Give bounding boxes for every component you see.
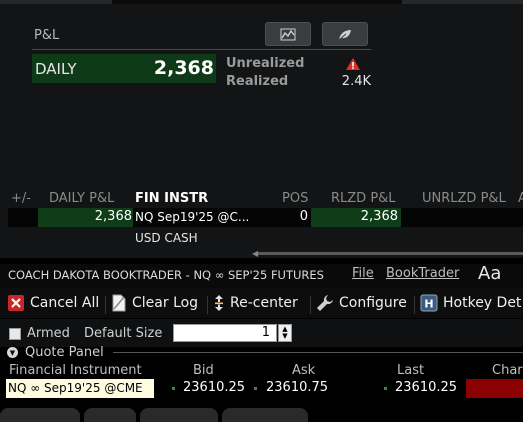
toolbar-separator	[414, 296, 415, 314]
clear-log-button[interactable]: Clear Log	[111, 294, 198, 312]
toolbar-separator	[105, 296, 106, 314]
armed-checkbox[interactable]	[9, 328, 21, 340]
bottom-tab[interactable]	[222, 408, 308, 422]
daily-pnl-value: 2,368	[153, 57, 214, 79]
clear-log-label: Clear Log	[132, 295, 199, 311]
col-header-pos[interactable]: POS	[282, 191, 308, 206]
armed-label: Armed	[27, 326, 70, 341]
leaf-button[interactable]	[322, 22, 368, 46]
quote-panel-collapse-icon[interactable]: ▼	[7, 347, 18, 358]
configure-button[interactable]: Configure	[316, 294, 407, 312]
quote-panel-label: Quote Panel	[25, 345, 104, 360]
realized-value: 2.4K	[341, 74, 371, 89]
col-header-extra[interactable]: A	[518, 191, 523, 206]
toolbar-separator	[207, 296, 208, 314]
warning-icon[interactable]	[345, 56, 361, 75]
bottom-tab[interactable]	[0, 408, 80, 422]
panel-top-tab	[112, 0, 402, 4]
stepper-down-icon[interactable]: ▼	[282, 333, 287, 340]
default-size-stepper[interactable]: ▲ ▼	[278, 324, 292, 342]
clear-log-icon	[112, 294, 126, 312]
col-header-fin-instr[interactable]: FIN INSTR	[135, 191, 208, 206]
daily-label: DAILY	[35, 60, 77, 78]
row-position: 0	[299, 209, 308, 224]
default-size-input[interactable]: 1	[173, 324, 277, 342]
row-cash-instrument[interactable]: USD CASH	[135, 231, 198, 245]
quote-header-change: Char	[492, 363, 523, 378]
leaf-icon	[338, 29, 351, 40]
row-instrument[interactable]: NQ Sep19'25 @C...	[135, 210, 249, 224]
col-header-daily-pnl[interactable]: DAILY P&L	[49, 191, 114, 206]
chart-button[interactable]	[265, 22, 311, 46]
quote-change-cell	[466, 379, 523, 398]
tick-dot-icon	[384, 387, 387, 390]
wrench-icon	[317, 295, 333, 311]
quote-instrument: NQ ∞ Sep19'25 @CME	[8, 381, 143, 395]
cancel-icon	[8, 295, 24, 311]
row-rlzd-pnl: 2,368	[360, 209, 398, 224]
quote-panel-divider	[113, 352, 523, 353]
realized-label: Realized	[226, 74, 289, 89]
pnl-divider	[32, 49, 371, 50]
toolbar-separator	[310, 296, 311, 314]
tick-dot-icon	[172, 387, 175, 390]
bottom-tab[interactable]	[140, 408, 218, 422]
quote-ask[interactable]: 23610.75	[266, 380, 328, 395]
pnl-title: P&L	[34, 28, 60, 43]
tick-dot-icon	[254, 387, 257, 390]
font-size-button[interactable]: Aa	[478, 263, 501, 284]
unrealized-label: Unrealized	[226, 56, 305, 71]
col-header-change[interactable]: +/-	[11, 191, 31, 206]
default-size-label: Default Size	[84, 326, 163, 341]
hotkey-label: Hotkey Det	[443, 295, 522, 311]
quote-header-ask: Ask	[292, 363, 316, 378]
quote-header-bid: Bid	[193, 363, 214, 378]
horizontal-scrollbar[interactable]	[258, 252, 523, 255]
recenter-icon	[215, 295, 223, 311]
booktrader-title: COACH DAKOTA BOOKTRADER - NQ ∞ SEP'25 FU…	[8, 268, 324, 282]
col-header-unrlzd-pnl[interactable]: UNRLZD P&L	[422, 191, 506, 206]
quote-header-instrument: Financial Instrument	[9, 363, 142, 378]
svg-text:H: H	[424, 298, 433, 311]
recenter-label: Re-center	[230, 295, 298, 311]
menu-file[interactable]: File	[352, 266, 374, 281]
cancel-all-label: Cancel All	[30, 295, 100, 311]
configure-label: Configure	[339, 295, 407, 311]
hotkey-icon: H	[420, 294, 438, 312]
row-daily-pnl: 2,368	[94, 209, 132, 224]
menu-booktrader[interactable]: BookTrader	[386, 266, 459, 281]
hotkey-details-button[interactable]: H Hotkey Det	[420, 294, 521, 312]
chart-icon	[280, 28, 296, 40]
recenter-button[interactable]: Re-center	[213, 294, 298, 312]
quote-last: 23610.25	[395, 380, 458, 395]
bottom-tab[interactable]	[84, 408, 136, 422]
cancel-all-button[interactable]: Cancel All	[7, 294, 99, 312]
col-header-rlzd-pnl[interactable]: RLZD P&L	[331, 191, 396, 206]
quote-header-last: Last	[397, 363, 425, 378]
quote-bid[interactable]: 23610.25	[183, 380, 245, 395]
